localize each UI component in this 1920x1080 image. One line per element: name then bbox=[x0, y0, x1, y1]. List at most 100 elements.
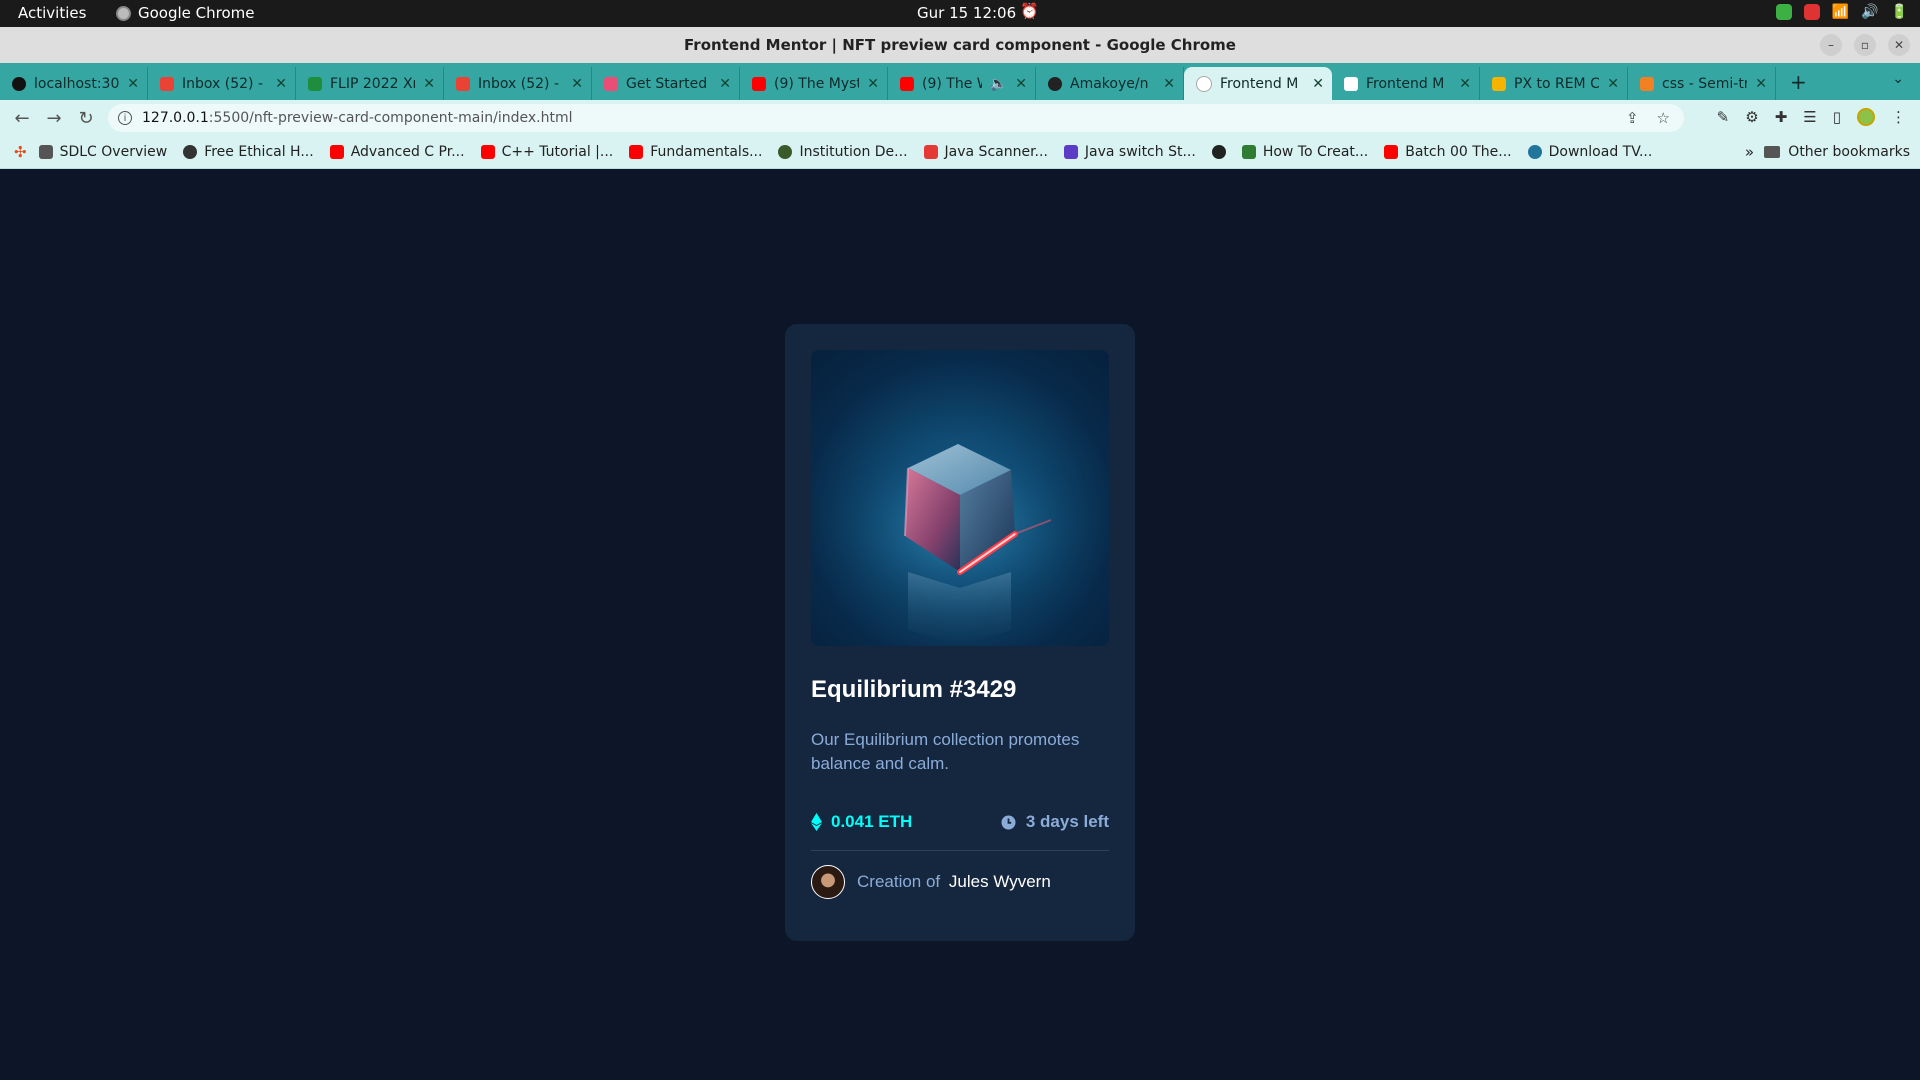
bookmark[interactable]: Download TV... bbox=[1527, 144, 1652, 160]
card-description: Our Equilibrium collection promotes bala… bbox=[811, 730, 1080, 773]
creator-text: Creation of Jules Wyvern bbox=[857, 872, 1051, 892]
bookmark[interactable]: How To Creat... bbox=[1241, 144, 1369, 160]
tab-close-icon[interactable]: ✕ bbox=[1312, 76, 1324, 92]
folder-icon bbox=[1764, 146, 1781, 158]
pen-extension-icon[interactable]: ✎ bbox=[1717, 108, 1730, 126]
tab[interactable]: (9) The W 🔈 ✕ bbox=[888, 67, 1036, 100]
forward-icon[interactable]: → bbox=[38, 108, 70, 129]
app-name: Google Chrome bbox=[138, 4, 255, 22]
bookmark-star-icon[interactable]: ☆ bbox=[1657, 109, 1670, 127]
bookmark[interactable]: Advanced C Pr... bbox=[329, 144, 465, 160]
url-path: :5500/nft-preview-card-component-main/in… bbox=[208, 110, 573, 126]
bookmark[interactable]: Batch 00 The... bbox=[1384, 144, 1512, 160]
tab-close-icon[interactable]: ✕ bbox=[571, 76, 583, 92]
mute-icon[interactable]: 🔈 bbox=[990, 76, 1007, 92]
bookmark[interactable]: Java Scanner... bbox=[923, 144, 1048, 160]
tab-close-icon[interactable]: ✕ bbox=[423, 76, 435, 92]
new-tab-icon[interactable]: + bbox=[1790, 70, 1807, 94]
volume-icon[interactable]: 🔊 bbox=[1861, 4, 1878, 20]
shield-icon[interactable] bbox=[1775, 4, 1792, 20]
tab-active[interactable]: Frontend M ✕ bbox=[1184, 67, 1332, 100]
tab-label: (9) The Myst bbox=[774, 75, 860, 92]
other-bookmarks-label: Other bookmarks bbox=[1788, 144, 1910, 160]
apps-icon[interactable]: ✣ bbox=[14, 143, 27, 161]
card-title[interactable]: Equilibrium #3429 bbox=[811, 676, 1109, 704]
tab[interactable]: css - Semi-tr ✕ bbox=[1628, 67, 1776, 100]
more-bookmarks-icon[interactable]: » bbox=[1745, 143, 1754, 161]
tab-close-icon[interactable]: ✕ bbox=[1607, 76, 1619, 92]
gear-extension-icon[interactable]: ⚙ bbox=[1745, 108, 1758, 126]
system-tray[interactable]: 📶 🔊 🔋 bbox=[1775, 4, 1908, 20]
tab-label: Inbox (52) - c bbox=[478, 75, 564, 92]
bookmark-favicon-icon bbox=[1241, 145, 1256, 159]
tab-search-icon[interactable]: ⌄ bbox=[1892, 71, 1904, 87]
maximize-icon[interactable]: ▫ bbox=[1854, 34, 1876, 56]
reading-list-icon[interactable]: ☰ bbox=[1803, 108, 1816, 126]
address-bar[interactable]: i 127.0.0.1:5500/nft-preview-card-compon… bbox=[108, 104, 1684, 132]
url-text: 127.0.0.1:5500/nft-preview-card-componen… bbox=[142, 110, 573, 126]
tab-close-icon[interactable]: ✕ bbox=[127, 76, 139, 92]
nft-image[interactable] bbox=[811, 350, 1109, 646]
time-left: 3 days left bbox=[1000, 812, 1109, 832]
activities-button[interactable]: Activities bbox=[18, 4, 86, 22]
menu-dots-icon[interactable]: ⋮ bbox=[1891, 108, 1906, 126]
creator-name-link[interactable]: Jules Wyvern bbox=[949, 872, 1051, 891]
close-icon[interactable]: ✕ bbox=[1888, 34, 1910, 56]
minimize-icon[interactable]: – bbox=[1820, 34, 1842, 56]
tab[interactable]: FLIP 2022 Xn ✕ bbox=[296, 67, 444, 100]
youtube-icon bbox=[629, 145, 644, 159]
bookmark[interactable]: Free Ethical H... bbox=[183, 144, 314, 160]
creator-prefix: Creation of bbox=[857, 872, 941, 891]
tab-close-icon[interactable]: ✕ bbox=[867, 76, 879, 92]
bookmark[interactable]: Fundamentals... bbox=[629, 144, 762, 160]
bookmark-label: How To Creat... bbox=[1262, 144, 1369, 160]
tab[interactable]: Inbox (52) - c ✕ bbox=[148, 67, 296, 100]
share-icon[interactable]: ⇪ bbox=[1626, 109, 1639, 127]
tab[interactable]: (9) The Myst ✕ bbox=[740, 67, 888, 100]
bookmark[interactable]: Institution De... bbox=[778, 144, 908, 160]
puzzle-icon[interactable]: ✚ bbox=[1775, 108, 1788, 126]
tab-close-icon[interactable]: ✕ bbox=[1459, 76, 1471, 92]
tab-close-icon[interactable]: ✕ bbox=[1015, 76, 1027, 92]
tab[interactable]: Amakoye/n ✕ bbox=[1036, 67, 1184, 100]
side-panel-icon[interactable]: ▯ bbox=[1833, 108, 1841, 126]
nft-card: Equilibrium #3429 Our Equilibrium collec… bbox=[785, 324, 1135, 941]
profile-icon[interactable] bbox=[1857, 108, 1875, 126]
system-top-bar: Activities Google Chrome Gur 15 12:06 ⏰ … bbox=[0, 0, 1920, 27]
url-host: 127.0.0.1 bbox=[142, 110, 209, 126]
battery-icon[interactable]: 🔋 bbox=[1891, 4, 1908, 20]
site-info-icon[interactable]: i bbox=[118, 111, 132, 125]
extensions-area: ✎ ⚙ ✚ ☰ ▯ ⋮ bbox=[1717, 108, 1906, 126]
tab-close-icon[interactable]: ✕ bbox=[1163, 76, 1175, 92]
bookmark[interactable]: Java switch St... bbox=[1063, 144, 1196, 160]
bookmark[interactable] bbox=[1211, 145, 1226, 159]
time-left-value: 3 days left bbox=[1025, 812, 1109, 831]
tab-close-icon[interactable]: ✕ bbox=[275, 76, 287, 92]
back-icon[interactable]: ← bbox=[6, 108, 38, 129]
reload-icon[interactable]: ↻ bbox=[70, 108, 102, 129]
tab-favicon-icon bbox=[1196, 75, 1212, 92]
bookmark-label: Advanced C Pr... bbox=[350, 144, 465, 160]
bookmark-label: Institution De... bbox=[799, 144, 908, 160]
tab-close-icon[interactable]: ✕ bbox=[719, 76, 731, 92]
clock[interactable]: Gur 15 12:06 bbox=[917, 4, 1016, 22]
tab[interactable]: PX to REM C ✕ bbox=[1480, 67, 1628, 100]
tab[interactable]: Inbox (52) - c ✕ bbox=[444, 67, 592, 100]
wordpress-icon bbox=[1527, 145, 1542, 159]
creator-avatar bbox=[811, 865, 845, 899]
creator-row: Creation of Jules Wyvern bbox=[811, 865, 1109, 899]
bookmark[interactable]: C++ Tutorial |... bbox=[480, 144, 613, 160]
tab[interactable]: localhost:30 ✕ bbox=[0, 67, 148, 100]
tab-label: FLIP 2022 Xn bbox=[330, 75, 416, 92]
bookmark[interactable]: SDLC Overview bbox=[38, 144, 167, 160]
bookmark-favicon-icon bbox=[1063, 145, 1078, 159]
tab[interactable]: Frontend M ✕ bbox=[1332, 67, 1480, 100]
app-menu[interactable]: Google Chrome bbox=[116, 4, 255, 22]
tab[interactable]: Get Started ✕ bbox=[592, 67, 740, 100]
tab-favicon-icon bbox=[604, 76, 618, 91]
record-icon[interactable] bbox=[1803, 4, 1820, 20]
other-bookmarks[interactable]: Other bookmarks bbox=[1764, 144, 1910, 160]
wifi-icon[interactable]: 📶 bbox=[1832, 4, 1849, 20]
tab-close-icon[interactable]: ✕ bbox=[1755, 76, 1767, 92]
tab-favicon-icon bbox=[456, 76, 470, 91]
